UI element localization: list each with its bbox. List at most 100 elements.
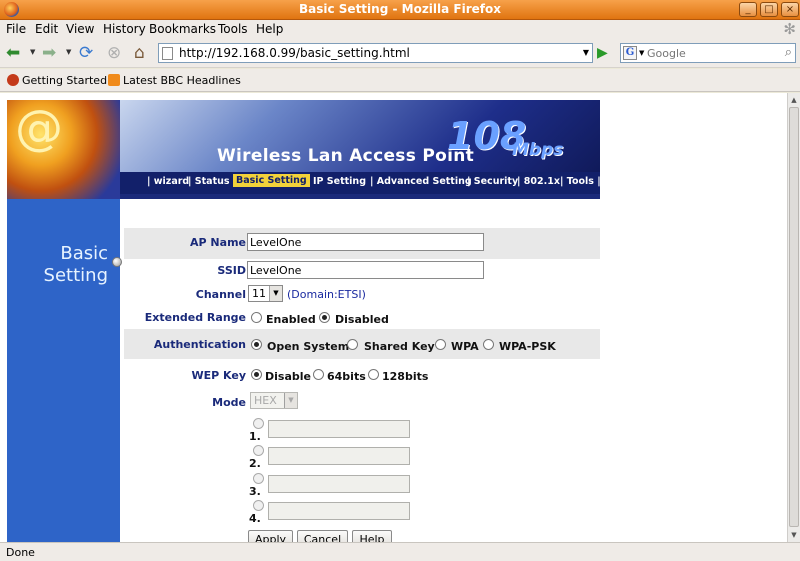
search-icon[interactable]: ⌕ [785, 45, 792, 60]
header-banner: @ Wireless Lan Access Point 108 Mbps | w… [7, 100, 600, 199]
help-button[interactable]: Help [352, 530, 392, 542]
key-2-number: 2. [249, 457, 261, 470]
section-title-line2: Setting [43, 265, 108, 286]
apply-button[interactable]: Apply [248, 530, 293, 542]
mode-label: Mode [212, 396, 246, 409]
home-icon[interactable]: ⌂ [134, 43, 145, 63]
go-arrow-icon[interactable]: ▶ [597, 45, 613, 61]
left-side-panel: Basic Setting [7, 199, 120, 542]
key-4-input[interactable] [268, 502, 410, 520]
nav-advanced-setting[interactable]: | Advanced Setting [370, 176, 472, 187]
forward-history-dropdown-icon[interactable]: ▼ [66, 48, 71, 56]
auth-wpa-psk-radio[interactable] [483, 339, 494, 350]
section-title-line1: Basic [60, 243, 108, 264]
auth-wpa-psk-label: WPA-PSK [499, 340, 556, 353]
mode-value: HEX [254, 394, 277, 407]
domain-text: (Domain:ETSI) [287, 288, 366, 301]
minimize-button[interactable]: _ [739, 2, 757, 17]
panel-knob-icon [112, 257, 122, 267]
extended-range-disabled-label: Disabled [335, 313, 389, 326]
product-title: Wireless Lan Access Point [217, 146, 475, 166]
url-input[interactable] [179, 45, 574, 61]
chevron-down-icon: ▼ [284, 393, 297, 408]
nav-tools[interactable]: | Tools | [560, 176, 600, 187]
search-input[interactable] [647, 45, 775, 61]
ap-name-input[interactable] [247, 233, 484, 251]
bookmarks-toolbar: Getting Started Latest BBC Headlines [0, 69, 800, 92]
cancel-button[interactable]: Cancel [297, 530, 348, 542]
wep-128bits-radio[interactable] [368, 369, 379, 380]
menu-view[interactable]: View [66, 22, 94, 36]
close-button[interactable]: × [781, 2, 799, 17]
ssid-input[interactable] [247, 261, 484, 279]
forward-arrow-icon[interactable]: ➡ [42, 43, 56, 63]
ap-name-label: AP Name [190, 236, 246, 249]
extended-range-enabled-radio[interactable] [251, 312, 262, 323]
key-4-radio[interactable] [253, 500, 264, 511]
search-bar[interactable]: G ▼ ⌕ [620, 43, 796, 63]
back-history-dropdown-icon[interactable]: ▼ [30, 48, 35, 56]
nav-802-1x[interactable]: | 802.1x [517, 176, 560, 187]
rss-feed-icon [108, 74, 120, 86]
channel-select[interactable]: 11 ▼ [248, 285, 283, 302]
ssid-label: SSID [217, 264, 246, 277]
nav-wizard[interactable]: | wizard [147, 176, 189, 187]
authentication-label: Authentication [153, 338, 246, 351]
auth-open-system-label: Open System [267, 340, 350, 353]
key-2-radio[interactable] [253, 445, 264, 456]
wep-64bits-radio[interactable] [313, 369, 324, 380]
key-1-input[interactable] [268, 420, 410, 438]
back-arrow-icon[interactable]: ⬅ [6, 43, 20, 63]
key-3-input[interactable] [268, 475, 410, 493]
auth-wpa-radio[interactable] [435, 339, 446, 350]
key-2-input[interactable] [268, 447, 410, 465]
page-icon [162, 47, 173, 60]
menu-history[interactable]: History [103, 22, 146, 36]
bookmark-getting-started[interactable]: Getting Started [7, 74, 107, 87]
menu-help[interactable]: Help [256, 22, 283, 36]
nav-status[interactable]: | Status [188, 176, 230, 187]
menu-bookmarks[interactable]: Bookmarks [149, 22, 216, 36]
menu-tools[interactable]: Tools [218, 22, 248, 36]
reload-icon[interactable]: ⟳ [79, 43, 93, 63]
auth-shared-key-radio[interactable] [347, 339, 358, 350]
wep-128bits-label: 128bits [382, 370, 429, 383]
page-content: @ Wireless Lan Access Point 108 Mbps | w… [0, 93, 787, 542]
auth-open-system-radio[interactable] [251, 339, 262, 350]
search-engine-dropdown-icon[interactable]: ▼ [639, 49, 644, 57]
window-title: Basic Setting - Mozilla Firefox [299, 2, 501, 16]
url-bar[interactable]: ▼ [158, 43, 593, 63]
wep-disable-label: Disable [265, 370, 311, 383]
url-history-dropdown-icon[interactable]: ▼ [583, 48, 589, 57]
maximize-button[interactable]: □ [760, 2, 778, 17]
menu-edit[interactable]: Edit [35, 22, 58, 36]
menu-file[interactable]: File [6, 22, 26, 36]
mode-select[interactable]: HEX ▼ [250, 392, 298, 409]
scroll-down-icon[interactable]: ▼ [788, 529, 800, 541]
chevron-down-icon: ▼ [269, 286, 282, 301]
auth-wpa-label: WPA [451, 340, 479, 353]
status-text: Done [6, 546, 35, 559]
menu-bar: File Edit View History Bookmarks Tools H… [0, 20, 800, 39]
stop-icon[interactable]: ⊗ [107, 43, 121, 63]
key-4-number: 4. [249, 512, 261, 525]
scrollbar-thumb[interactable] [789, 107, 799, 527]
key-1-radio[interactable] [253, 418, 264, 429]
wep-disable-radio[interactable] [251, 369, 262, 380]
search-engine-icon[interactable]: G [623, 46, 637, 60]
channel-label: Channel [195, 288, 246, 301]
extended-range-label: Extended Range [144, 311, 246, 324]
vertical-scrollbar[interactable]: ▲ ▼ [787, 93, 800, 542]
status-bar: Done [0, 542, 800, 561]
nav-ip-setting[interactable]: IP Setting [313, 176, 366, 187]
channel-value: 11 [252, 287, 266, 300]
key-3-radio[interactable] [253, 473, 264, 484]
speed-unit: Mbps [512, 140, 564, 160]
scroll-up-icon[interactable]: ▲ [788, 94, 800, 106]
nav-security[interactable]: | Security [467, 176, 518, 187]
key-1-number: 1. [249, 430, 261, 443]
bookmark-latest-bbc-headlines[interactable]: Latest BBC Headlines [108, 74, 241, 87]
extended-range-disabled-radio[interactable] [319, 312, 330, 323]
nav-basic-setting[interactable]: Basic Setting [233, 174, 310, 187]
window-title-bar: Basic Setting - Mozilla Firefox _ □ × [0, 0, 800, 20]
